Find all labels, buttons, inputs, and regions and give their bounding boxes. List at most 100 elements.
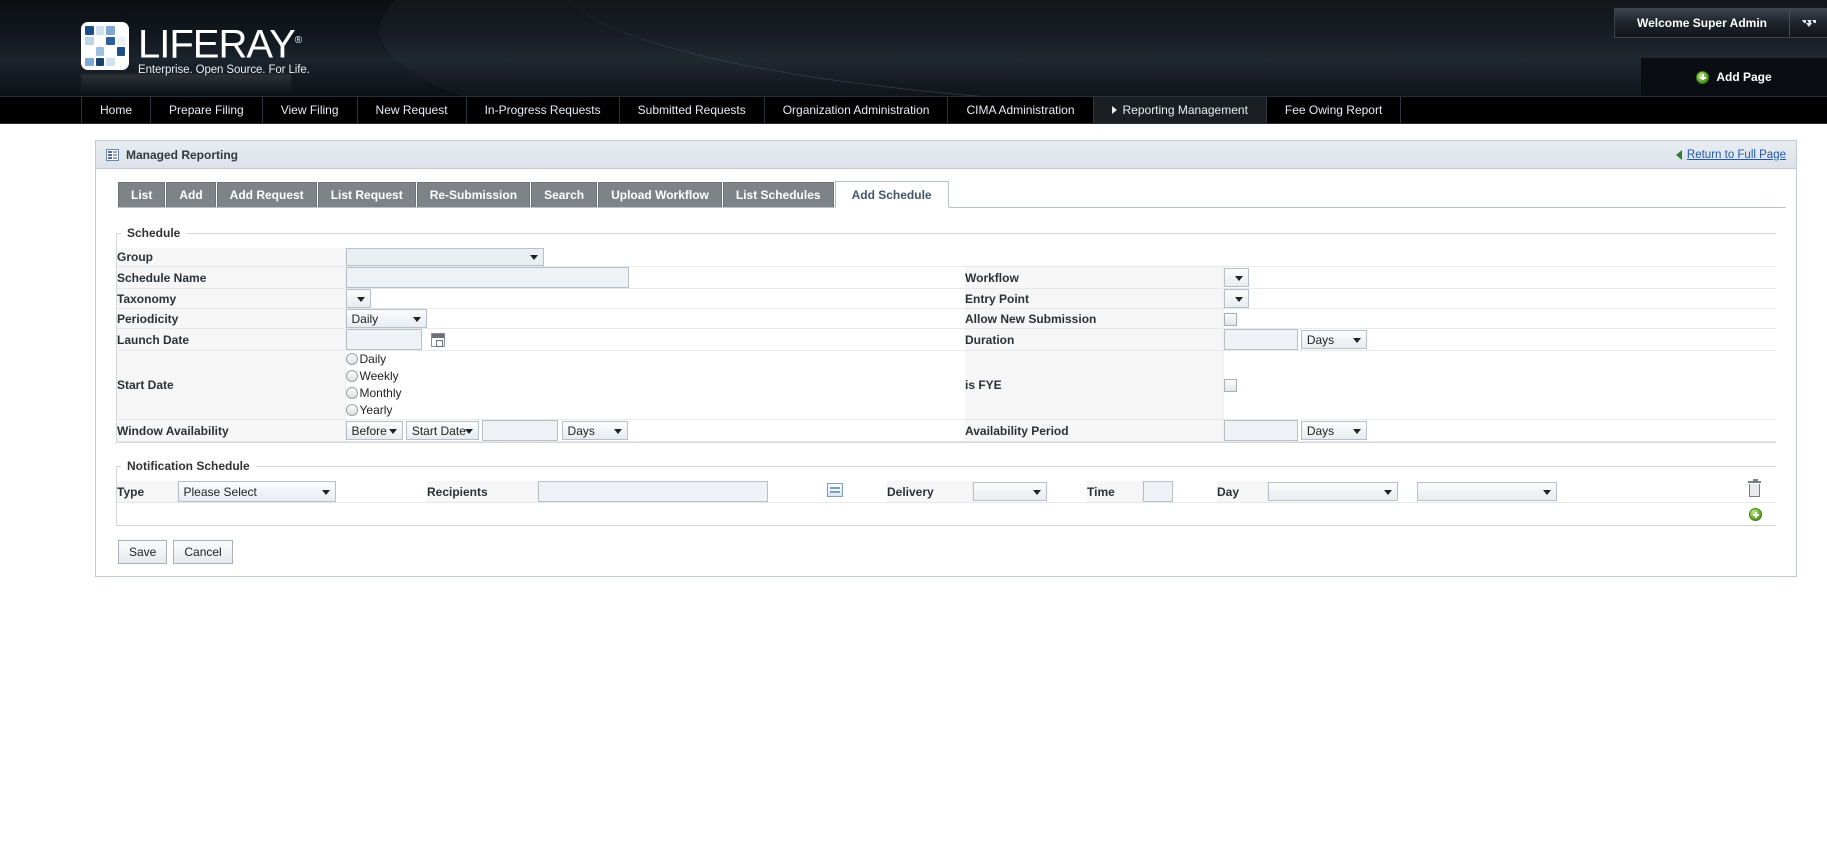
tab-list-schedules[interactable]: List Schedules (722, 182, 834, 207)
form-row-window-availability: Window Availability Before Start Date Da… (117, 419, 1776, 442)
tab-list[interactable]: List (118, 182, 166, 207)
nav-item-cima-administration[interactable]: CIMA Administration (948, 97, 1094, 123)
radio-weekly[interactable] (345, 370, 358, 382)
site-banner: LIFERAY® Enterprise. Open Source. For Li… (0, 0, 1827, 96)
availability-period-unit-select[interactable]: Days (1300, 421, 1367, 440)
nav-item-submitted-requests[interactable]: Submitted Requests (620, 97, 765, 123)
row-spacer-right (1223, 248, 1776, 267)
tab-upload-workflow[interactable]: Upload Workflow (598, 182, 722, 207)
add-page-label: Add Page (1716, 70, 1772, 84)
window-anchor-select[interactable]: Start Date (405, 421, 479, 440)
nav-item-home[interactable]: Home (81, 97, 152, 123)
type-select[interactable]: Please Select (177, 481, 336, 502)
address-book-icon[interactable] (827, 483, 843, 497)
tab-add[interactable]: Add (166, 182, 216, 207)
field-type: Please Select (177, 481, 427, 503)
day-extra-select[interactable] (1417, 482, 1557, 501)
nav-label: Home (100, 103, 133, 117)
group-select[interactable] (345, 248, 544, 266)
cancel-button[interactable]: Cancel (173, 540, 233, 564)
nav-item-prepare-filing[interactable]: Prepare Filing (151, 97, 263, 123)
nav-item-organization-administration[interactable]: Organization Administration (765, 97, 949, 123)
label-workflow: Workflow (965, 266, 1224, 289)
allow-new-submission-checkbox[interactable] (1223, 312, 1237, 326)
tab-add-request[interactable]: Add Request (216, 182, 317, 207)
nav-item-fee-owing-report[interactable]: Fee Owing Report (1267, 97, 1402, 123)
field-delete-row (1716, 478, 1776, 503)
label-launch-date: Launch Date (117, 328, 346, 351)
window-amount-input[interactable] (482, 420, 559, 441)
availability-period-input[interactable] (1223, 420, 1298, 441)
entry-point-select[interactable] (1223, 289, 1249, 308)
nav-item-in-progress-requests[interactable]: In-Progress Requests (467, 97, 620, 123)
add-page-button[interactable]: Add Page (1641, 58, 1827, 96)
return-to-full-page[interactable]: Return to Full Page (1675, 149, 1786, 161)
nav-label: Submitted Requests (637, 103, 746, 117)
recipients-input[interactable] (537, 481, 768, 502)
plus-circle-icon (1696, 70, 1710, 84)
time-input[interactable] (1142, 481, 1173, 502)
radio-monthly[interactable] (345, 387, 358, 399)
field-workflow (1223, 266, 1776, 289)
page-content: Managed Reporting Return to Full Page Li… (0, 124, 1827, 577)
start-date-option-weekly[interactable]: Weekly (345, 368, 966, 385)
start-date-option-daily[interactable]: Daily (345, 351, 966, 368)
tab-add-schedule[interactable]: Add Schedule (834, 181, 949, 208)
tab-search[interactable]: Search (531, 182, 598, 207)
add-row-plus-icon[interactable] (1749, 508, 1762, 521)
taxonomy-select[interactable] (345, 289, 371, 308)
nav-item-view-filing[interactable]: View Filing (263, 97, 358, 123)
nav-label: Reporting Management (1122, 103, 1248, 117)
radio-daily[interactable] (345, 353, 358, 365)
banner-swoosh-decoration (380, 0, 1827, 96)
tab-re-submission[interactable]: Re-Submission (416, 182, 531, 207)
workflow-select[interactable] (1223, 268, 1249, 287)
label-entry-point: Entry Point (965, 288, 1224, 309)
liferay-logo[interactable]: LIFERAY® Enterprise. Open Source. For Li… (81, 22, 310, 76)
label-recipients: Recipients (427, 481, 538, 503)
label-duration: Duration (965, 328, 1224, 351)
notification-legend: Notification Schedule (127, 459, 250, 473)
day-select[interactable] (1267, 482, 1398, 501)
nav-item-reporting-management[interactable]: Reporting Management (1093, 97, 1267, 123)
label-is-fye: is FYE (965, 350, 1224, 420)
start-date-option-monthly[interactable]: Monthly (345, 385, 966, 402)
save-button[interactable]: Save (118, 540, 168, 564)
field-availability-period: Days (1223, 419, 1776, 442)
tab-list-request[interactable]: List Request (317, 182, 416, 207)
periodicity-select[interactable]: Daily (345, 309, 427, 328)
field-window-availability: Before Start Date Days (345, 419, 965, 442)
radio-yearly[interactable] (345, 404, 358, 416)
trash-icon[interactable] (1748, 478, 1761, 497)
calendar-icon[interactable] (430, 332, 445, 347)
duration-unit-select[interactable]: Days (1300, 330, 1367, 349)
field-periodicity: Daily (345, 308, 965, 329)
radio-label-daily: Daily (359, 352, 387, 366)
window-unit-select[interactable]: Days (561, 421, 628, 440)
label-taxonomy: Taxonomy (117, 288, 346, 309)
launch-date-input[interactable] (345, 329, 422, 350)
schedule-name-input[interactable] (345, 267, 629, 288)
notification-table: Type Please Select Recipients Delivery T… (117, 478, 1776, 503)
schedule-form-table: Group Schedule Name Workflow Taxonomy En… (117, 248, 1776, 442)
page-title: Managed Reporting (126, 147, 239, 162)
field-allow-new-submission (1223, 308, 1776, 329)
delivery-select[interactable] (972, 482, 1047, 501)
duration-input[interactable] (1223, 329, 1298, 350)
list-icon (106, 148, 119, 161)
return-to-full-page-link[interactable]: Return to Full Page (1687, 149, 1786, 161)
label-start-date: Start Date (117, 350, 346, 420)
notification-schedule-fieldset: Notification Schedule Type Please Select… (116, 459, 1776, 526)
notification-row: Type Please Select Recipients Delivery T… (117, 478, 1776, 503)
nav-label: Fee Owing Report (1284, 103, 1383, 117)
window-relation-select[interactable]: Before (345, 421, 403, 440)
radio-label-monthly: Monthly (359, 386, 402, 400)
label-allow-new-submission: Allow New Submission (965, 308, 1224, 329)
form-row-taxonomy: Taxonomy Entry Point (117, 288, 1776, 309)
is-fye-checkbox[interactable] (1223, 379, 1237, 393)
nav-item-new-request[interactable]: New Request (358, 97, 467, 123)
user-menu-icon[interactable] (1789, 9, 1827, 37)
portlet-body: List Add Add Request List Request Re-Sub… (96, 169, 1796, 576)
start-date-option-yearly[interactable]: Yearly (345, 402, 966, 419)
welcome-bar[interactable]: Welcome Super Admin (1613, 8, 1827, 38)
